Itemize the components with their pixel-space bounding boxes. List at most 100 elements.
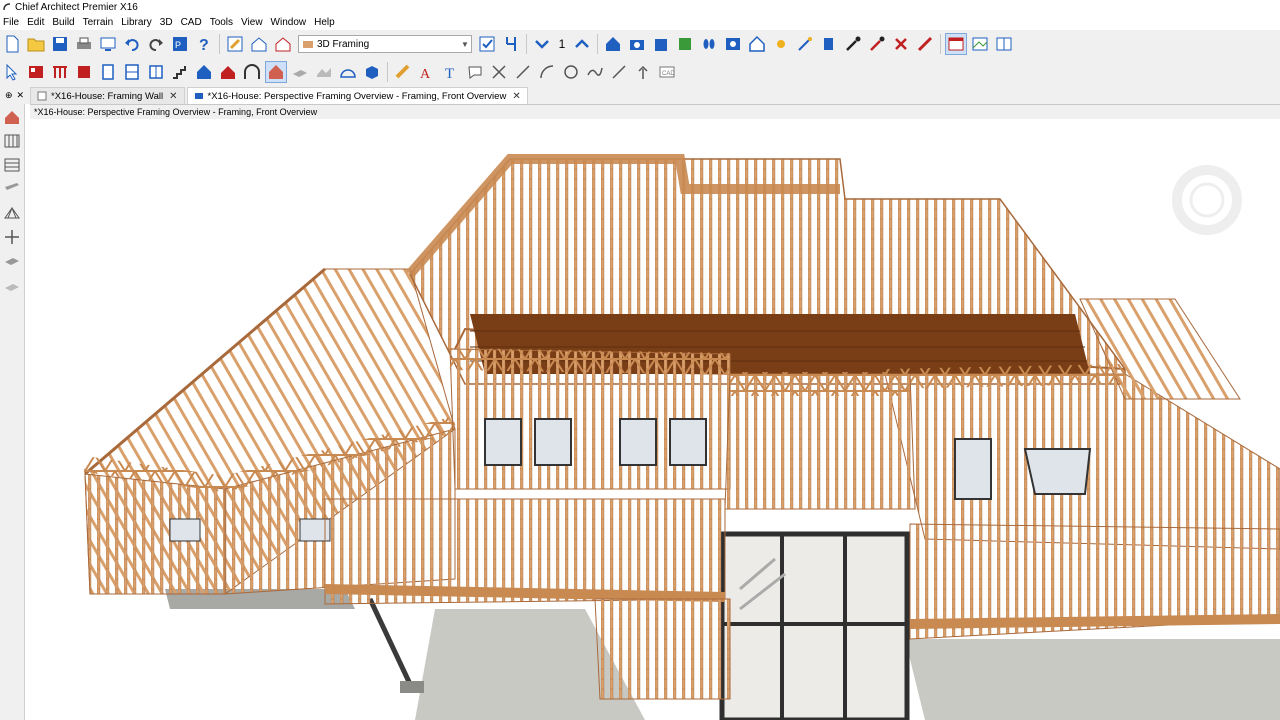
menu-3d[interactable]: 3D <box>157 17 178 28</box>
record-button[interactable] <box>722 33 744 55</box>
menu-library[interactable]: Library <box>118 17 157 28</box>
dimension-tool-button[interactable] <box>392 61 414 83</box>
circle-icon <box>564 65 578 79</box>
new-file-button[interactable] <box>1 33 23 55</box>
terrain-icon <box>317 68 331 77</box>
door-tool-button[interactable] <box>97 61 119 83</box>
overview-button[interactable] <box>674 33 696 55</box>
roller-icon <box>917 36 933 52</box>
beam-button[interactable] <box>2 178 22 200</box>
window-tool-button[interactable] <box>121 61 143 83</box>
text-tool-button[interactable]: T <box>440 61 462 83</box>
tab-perspective-framing[interactable]: *X16-House: Perspective Framing Overview… <box>186 87 528 104</box>
checklist-button[interactable] <box>476 33 498 55</box>
truss-button[interactable] <box>2 202 22 224</box>
rail-tool-button[interactable] <box>49 61 71 83</box>
roof-tool-button[interactable] <box>217 61 239 83</box>
box-tool-button[interactable] <box>361 61 383 83</box>
cad-block-button[interactable]: CAD <box>656 61 678 83</box>
line-tool-button[interactable] <box>512 61 534 83</box>
framing-model[interactable] <box>25 119 1280 720</box>
material-eyedropper-button[interactable] <box>866 33 888 55</box>
shape-tool-button[interactable] <box>337 61 359 83</box>
x-lines-icon <box>492 65 506 79</box>
tab-framing-wall[interactable]: *X16-House: Framing Wall ✕ <box>30 87 185 104</box>
split-view-button[interactable] <box>993 33 1015 55</box>
close-icon[interactable]: ✕ <box>169 91 177 102</box>
paint-roller-button[interactable] <box>914 33 936 55</box>
walkthrough-button[interactable] <box>698 33 720 55</box>
camera-house-button[interactable] <box>248 33 270 55</box>
close-icon[interactable]: ✕ <box>512 91 520 102</box>
arc-tool-button[interactable] <box>536 61 558 83</box>
floor-down-button[interactable] <box>531 33 553 55</box>
open-button[interactable] <box>25 33 47 55</box>
edit-object-button[interactable] <box>224 33 246 55</box>
menu-cad[interactable]: CAD <box>178 17 207 28</box>
menu-window[interactable]: Window <box>268 17 312 28</box>
build-framing-button[interactable] <box>2 106 22 128</box>
select-objects-button[interactable] <box>1 61 23 83</box>
tools-button[interactable] <box>500 33 522 55</box>
text-arrow-button[interactable]: A <box>416 61 438 83</box>
camera-icon <box>630 40 644 50</box>
tile-button[interactable] <box>969 33 991 55</box>
wall-tool-button[interactable] <box>25 61 47 83</box>
menu-build[interactable]: Build <box>49 17 79 28</box>
floor-up-button[interactable] <box>571 33 593 55</box>
orbit-button[interactable] <box>650 33 672 55</box>
undo-button[interactable] <box>121 33 143 55</box>
light-button[interactable] <box>794 33 816 55</box>
slab-tool-button[interactable] <box>289 61 311 83</box>
sun-button[interactable] <box>770 33 792 55</box>
camera-button[interactable] <box>626 33 648 55</box>
plan-button[interactable]: P <box>169 33 191 55</box>
material-button[interactable] <box>818 33 840 55</box>
print-button[interactable] <box>73 33 95 55</box>
house-library-button[interactable] <box>193 61 215 83</box>
pin-icon[interactable]: ⊕ <box>5 90 13 101</box>
callout-tool-button[interactable] <box>464 61 486 83</box>
wall-framing-button[interactable] <box>2 130 22 152</box>
menu-view[interactable]: View <box>238 17 268 28</box>
floor-framing-button[interactable] <box>2 154 22 176</box>
ceiling-tool-button[interactable] <box>241 61 263 83</box>
terrain-tool-button[interactable] <box>313 61 335 83</box>
view-select[interactable]: 3D Framing ▼ <box>298 35 472 53</box>
menu-terrain[interactable]: Terrain <box>80 17 119 28</box>
spline-tool-button[interactable] <box>608 61 630 83</box>
camera-house-red-button[interactable] <box>272 33 294 55</box>
menu-tools[interactable]: Tools <box>207 17 238 28</box>
cabinet-base-button[interactable] <box>145 61 167 83</box>
circle-tool-button[interactable] <box>560 61 582 83</box>
blocking-button[interactable] <box>2 250 22 272</box>
monitor-icon <box>100 37 116 51</box>
3d-view-canvas[interactable] <box>25 119 1280 720</box>
menu-help[interactable]: Help <box>311 17 340 28</box>
menu-edit[interactable]: Edit <box>24 17 49 28</box>
delete-surface-button[interactable] <box>890 33 912 55</box>
print-preview-button[interactable] <box>97 33 119 55</box>
bracing-button[interactable] <box>2 274 22 296</box>
house-view-button[interactable] <box>746 33 768 55</box>
main-toolbar: P ? 3D Framing ▼ 1 <box>0 30 1280 58</box>
plant-tool-button[interactable] <box>632 61 654 83</box>
polyline-tool-button[interactable] <box>584 61 606 83</box>
base-cabinet-icon <box>149 65 163 79</box>
save-button[interactable] <box>49 33 71 55</box>
stairs-tool-button[interactable] <box>169 61 191 83</box>
close-icon[interactable]: ✕ <box>17 90 25 101</box>
checkbox-icon <box>479 36 495 52</box>
menu-file[interactable]: File <box>0 17 24 28</box>
cad-x-button[interactable] <box>488 61 510 83</box>
post-button[interactable] <box>2 226 22 248</box>
window-layout-button[interactable] <box>945 33 967 55</box>
redo-button[interactable] <box>145 33 167 55</box>
camera-view-button[interactable] <box>602 33 624 55</box>
eyedropper-button[interactable] <box>842 33 864 55</box>
help-button[interactable]: ? <box>193 33 215 55</box>
framing-tool-button[interactable] <box>265 61 287 83</box>
cabinet-tool-button[interactable] <box>73 61 95 83</box>
framing-house-icon <box>269 65 283 79</box>
toolbar-separator <box>526 34 527 54</box>
